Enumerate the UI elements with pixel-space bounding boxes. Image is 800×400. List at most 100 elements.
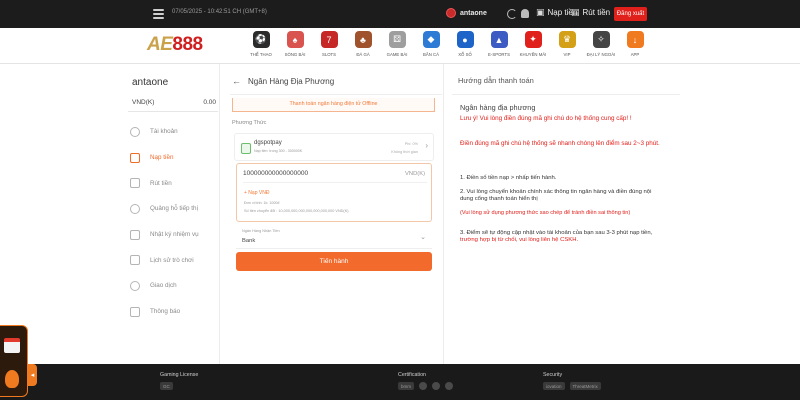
nav-item[interactable]: ⚽ THỂ THAO	[244, 31, 278, 57]
dice-icon: ⚄	[388, 31, 406, 48]
payment-method-card[interactable]: dgspotpay Nạp tiền: trong 300 - 300000K …	[234, 133, 434, 161]
amount-box: VND(K) + Nạp VNĐ Đơn vị tính: 1k: 1000đ …	[236, 163, 432, 222]
nav-item-label: SLOTS	[321, 52, 337, 57]
account-sidebar: antaone VND(K) 0.00 Tài khoản Nạp tiền Rút…	[118, 64, 220, 364]
balance-row: VND(K) 0.00	[132, 99, 216, 106]
divider	[128, 111, 218, 112]
nav-item-label: VIP	[563, 52, 571, 57]
amount-input[interactable]	[243, 170, 393, 177]
sidebar-item-label: Giao dịch	[150, 282, 177, 290]
method-limits: Nạp tiền: trong 300 - 300000K	[254, 149, 303, 153]
menu-icon[interactable]	[153, 9, 164, 19]
logout-button[interactable]: Đăng xuất	[614, 7, 647, 21]
chevron-right-icon: ›	[425, 141, 428, 150]
bank-label: Ngân Hàng Nhận Tiền	[242, 229, 280, 233]
method-name: dgspotpay	[254, 140, 282, 146]
nav-item[interactable]: ◆ BẮN CÁ	[414, 31, 448, 57]
method-fee: Phí: 0%	[404, 142, 418, 146]
bell-icon[interactable]	[521, 9, 529, 18]
sidebar-item[interactable]: Lịch sử trò chơi	[130, 247, 199, 273]
nav-item[interactable]: ▲ E-SPORTS	[482, 31, 516, 57]
user-info[interactable]: antaone	[446, 8, 487, 18]
quick-deposit-link[interactable]: + Nạp VNĐ	[244, 190, 269, 196]
footer-certification: Certification bmm	[398, 372, 453, 390]
nav-item-label: APP	[630, 52, 640, 57]
nav-item-label: KHUYẾN MÃI	[519, 52, 547, 57]
divider	[452, 94, 680, 95]
sidebar-item-label: Rút tiền	[150, 179, 172, 187]
crown-icon: ♛	[558, 31, 576, 48]
fire-icon[interactable]	[5, 370, 19, 388]
sidebar-item-label: Quảng hỗ tiếp thị	[150, 205, 198, 213]
back-button[interactable]: ← Ngân Hàng Địa Phương	[232, 76, 334, 86]
nav-item[interactable]: ♣ ĐÁ GÀ	[346, 31, 380, 57]
cert-badge-icon	[419, 382, 427, 390]
nav-item-label: XỔ SỐ	[458, 52, 472, 57]
slot-machine-icon: 7	[320, 31, 338, 48]
withdraw-link[interactable]: ▤ Rút tiền	[571, 7, 610, 18]
guide-warning-2: Điền đúng mã ghi chú hệ thống sẽ nhanh c…	[460, 140, 660, 147]
nav-item[interactable]: ↓ APP	[618, 31, 652, 57]
cert-title: Certification	[398, 372, 426, 378]
calendar-icon[interactable]	[4, 338, 20, 353]
nav-item[interactable]: ♠ SÒNG BÀI	[278, 31, 312, 57]
nav-item[interactable]: ✧ ĐẠI LÝ NGOÀI	[584, 31, 618, 57]
guide-warning-1: Lưu ý! Vui lòng điền đúng mã ghi chú do …	[460, 115, 632, 122]
sidebar-item[interactable]: Thông báo	[130, 299, 199, 325]
bank-value: Bank	[242, 238, 256, 244]
sidebar-username: antaone	[132, 77, 169, 88]
amount-conversion-hint: Số tiền chuyển đổi : 10,000,000,000,000,…	[244, 209, 349, 213]
deposit-icon	[130, 152, 140, 163]
nav-item-label: SÒNG BÀI	[284, 52, 306, 57]
nav-item[interactable]: 7 SLOTS	[312, 31, 346, 57]
guide-step-3: 3. Điểm sẽ tự động cập nhật vào tài khoả…	[460, 230, 665, 244]
sidebar-item[interactable]: Nhật ký nhiệm vụ	[130, 222, 199, 248]
nav-items: ⚽ THỂ THAO ♠ SÒNG BÀI 7 SLOTS ♣ ĐÁ GÀ ⚄ GAME BÀI ◆…	[244, 31, 652, 57]
withdraw-label: Rút tiền	[582, 8, 611, 17]
guide-step-2-note: (Vui lòng sử dụng phương thức sao chép đ…	[460, 210, 631, 216]
lottery-ball-icon: ●	[456, 31, 474, 48]
submit-button[interactable]: Tiến hành	[236, 252, 432, 271]
security-title: Security	[543, 372, 563, 378]
handshake-icon: ✧	[592, 31, 610, 48]
footer-license: Gaming License GC	[160, 372, 198, 390]
rooster-icon: ♣	[354, 31, 372, 48]
nav-item[interactable]: ✦ KHUYẾN MÃI	[516, 31, 550, 57]
bmm-logo: bmm	[398, 382, 414, 390]
sidebar-item[interactable]: Rút tiền	[130, 170, 199, 196]
nav-item[interactable]: ● XỔ SỐ	[448, 31, 482, 57]
sidebar-item-label: Nạp tiền	[150, 154, 174, 162]
nav-item[interactable]: ⚄ GAME BÀI	[380, 31, 414, 57]
receiving-bank-select[interactable]: Ngân Hàng Nhận Tiền Bank ⌄	[236, 225, 432, 249]
withdraw-icon	[130, 178, 140, 189]
nav-item-label: BẮN CÁ	[423, 52, 439, 57]
sidebar-item[interactable]: Tài khoản	[130, 119, 199, 145]
nav-item-label: GAME BÀI	[386, 52, 408, 57]
offline-notice: Thanh toán ngân hàng điện tử Offline	[232, 98, 435, 112]
game-history-icon	[130, 255, 140, 266]
sidebar-item[interactable]: Quảng hỗ tiếp thị	[130, 196, 199, 222]
divider	[230, 94, 442, 95]
cert-badge-icon	[432, 382, 440, 390]
payment-provider-icon	[241, 143, 251, 154]
sidebar-item[interactable]: Nạp tiền	[130, 145, 199, 171]
page-title: Ngân Hàng Địa Phương	[248, 76, 335, 86]
marketing-icon	[130, 203, 140, 214]
balance-value: 0.00	[203, 99, 216, 106]
sidebar-item-label: Lịch sử trò chơi	[150, 256, 194, 264]
fish-icon: ◆	[422, 31, 440, 48]
collapse-widget-button[interactable]: ◂	[28, 364, 37, 386]
sidebar-menu: Tài khoản Nạp tiền Rút tiền Quảng hỗ tiếp t…	[130, 119, 199, 325]
amount-unit-hint: Đơn vị tính: 1k: 1000đ	[244, 201, 280, 205]
cash-icon: ▤	[571, 7, 580, 17]
nav-item[interactable]: ♛ VIP	[550, 31, 584, 57]
gamepad-icon: ▲	[490, 31, 508, 48]
datetime: 07/05/2025 - 10:42:51 CH (GMT+8)	[172, 9, 267, 15]
guide-step-1: 1. Điền số tiền nạp > nhấp tiến hành.	[460, 175, 557, 181]
deposit-panel: ← Ngân Hàng Địa Phương Thanh toán ngân h…	[222, 64, 442, 364]
sidebar-item[interactable]: Giao dịch	[130, 273, 199, 299]
brand-logo[interactable]: AE888	[147, 34, 203, 56]
topbar-username: antaone	[460, 9, 487, 17]
refresh-icon[interactable]	[507, 9, 517, 19]
promo-widget[interactable]	[0, 325, 28, 397]
